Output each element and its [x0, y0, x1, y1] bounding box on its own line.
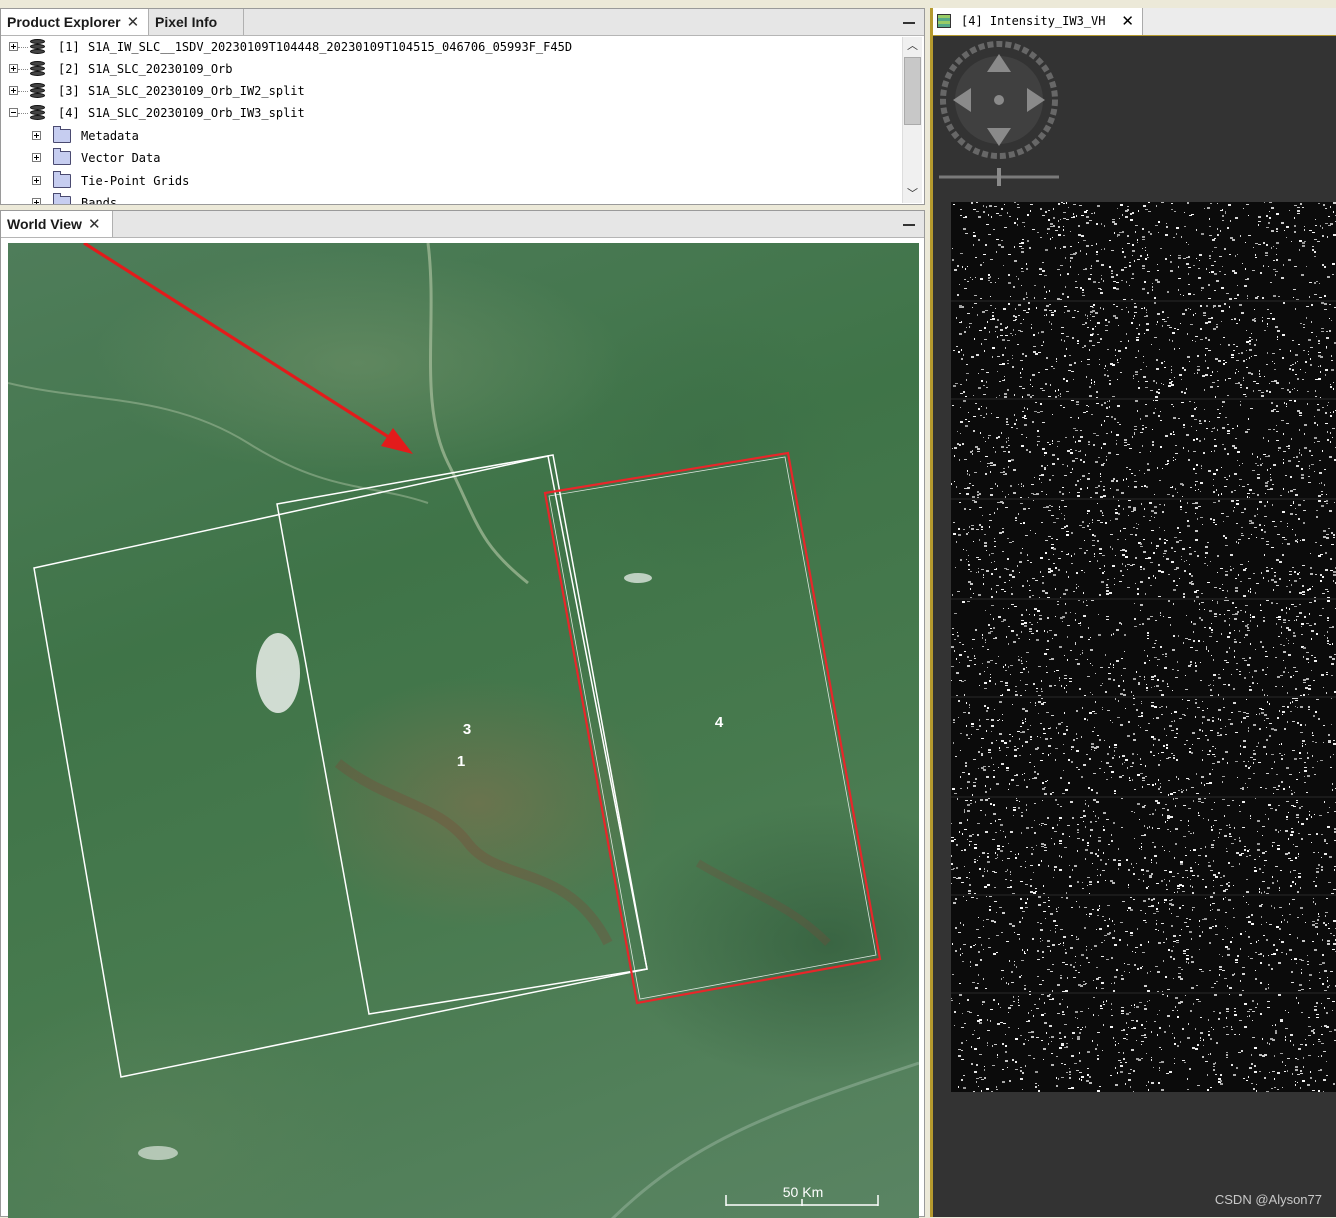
- folder-icon: [53, 174, 71, 188]
- product-name: S1A_SLC_20230109_Orb_IW3_split: [88, 102, 305, 124]
- tab-intensity-iw3-vh[interactable]: [4] Intensity_IW3_VH ✕: [933, 8, 1143, 35]
- node-label: Tie-Point Grids: [81, 170, 189, 192]
- folder-icon: [53, 129, 71, 143]
- node-label: Metadata: [81, 125, 139, 147]
- product-name: S1A_SLC_20230109_Orb_IW2_split: [88, 80, 305, 102]
- river: [428, 243, 528, 583]
- expand-icon[interactable]: [32, 176, 41, 185]
- annotation-arrow: [84, 243, 398, 443]
- arrow-head: [381, 428, 413, 454]
- scale-label: 50 Km: [783, 1184, 823, 1200]
- tree-item-tie-point-grids[interactable]: Tie-Point Grids: [1, 170, 401, 192]
- close-icon[interactable]: ✕: [88, 216, 101, 233]
- tree-item-metadata[interactable]: Metadata: [1, 125, 401, 147]
- database-icon: [30, 105, 45, 121]
- expand-icon[interactable]: [9, 64, 18, 73]
- image-view-tabbar: [4] Intensity_IW3_VH ✕: [933, 8, 1336, 36]
- world-view-tabbar: World View ✕: [1, 211, 924, 238]
- node-label: Bands: [81, 192, 117, 204]
- tab-world-view[interactable]: World View ✕: [1, 211, 113, 237]
- tree-item-product-3[interactable]: [3] S1A_SLC_20230109_Orb_IW2_split: [1, 80, 901, 102]
- product-index: [3]: [58, 80, 80, 102]
- scale-bar: 50 Km: [726, 1184, 878, 1206]
- product-explorer-tabbar: Product Explorer ✕ Pixel Info: [1, 9, 924, 36]
- tree-item-product-1[interactable]: [1] S1A_IW_SLC__1SDV_20230109T104448_202…: [1, 36, 901, 58]
- footprint-label: 3: [463, 721, 471, 738]
- sar-intensity-image[interactable]: [951, 202, 1336, 1092]
- minimize-icon[interactable]: [902, 215, 916, 231]
- tree-item-product-2[interactable]: [2] S1A_SLC_20230109_Orb: [1, 58, 901, 80]
- tab-label: Pixel Info: [155, 14, 217, 30]
- close-icon[interactable]: ✕: [1121, 8, 1134, 35]
- product-index: [4]: [58, 102, 80, 124]
- world-map[interactable]: 3 1 4 50 Km: [8, 243, 919, 1218]
- tab-label: [4] Intensity_IW3_VH: [961, 14, 1106, 28]
- product-name: S1A_SLC_20230109_Orb: [88, 58, 233, 80]
- product-explorer-panel: Product Explorer ✕ Pixel Info [1] S1A_IW_…: [0, 8, 925, 205]
- cloud: [624, 573, 652, 583]
- database-icon: [30, 83, 45, 99]
- product-index: [2]: [58, 58, 80, 80]
- tree-item-bands[interactable]: Bands: [1, 192, 401, 204]
- database-icon: [30, 39, 45, 55]
- expand-icon[interactable]: [9, 42, 18, 51]
- ridge: [338, 763, 608, 943]
- expand-icon[interactable]: [32, 153, 41, 162]
- image-view-panel: [4] Intensity_IW3_VH ✕ CSDN @Alyson77: [930, 8, 1336, 1217]
- minimize-icon[interactable]: [902, 13, 916, 29]
- tab-pixel-info[interactable]: Pixel Info: [149, 9, 244, 35]
- tab-product-explorer[interactable]: Product Explorer ✕: [1, 9, 149, 35]
- database-icon: [30, 61, 45, 77]
- expand-icon[interactable]: [9, 86, 18, 95]
- world-view-panel: World View ✕: [0, 210, 925, 1217]
- folder-icon: [53, 151, 71, 165]
- product-index: [1]: [58, 36, 80, 58]
- scroll-down-icon[interactable]: ﹀: [903, 185, 922, 203]
- sar-speckle: [951, 202, 1336, 1092]
- expand-icon[interactable]: [32, 131, 41, 140]
- tab-label: Product Explorer: [7, 14, 121, 30]
- tab-label: World View: [7, 216, 82, 232]
- zoom-slider-handle[interactable]: [997, 168, 1001, 186]
- raster-image-icon: [937, 14, 951, 28]
- product-tree: [1] S1A_IW_SLC__1SDV_20230109T104448_202…: [1, 36, 901, 204]
- map-overlay: 3 1 4 50 Km: [8, 243, 919, 1218]
- node-label: Vector Data: [81, 147, 160, 169]
- vertical-scrollbar[interactable]: ︿ ﹀: [902, 37, 922, 203]
- navigation-control[interactable]: [939, 40, 1059, 190]
- product-name: S1A_IW_SLC__1SDV_20230109T104448_2023010…: [88, 36, 572, 58]
- expand-icon[interactable]: [32, 198, 41, 204]
- close-icon[interactable]: ✕: [127, 14, 140, 31]
- collapse-icon[interactable]: [9, 108, 18, 117]
- river: [608, 1063, 919, 1218]
- footprint-label: 1: [457, 753, 465, 770]
- river: [8, 383, 428, 503]
- cloud: [138, 1146, 178, 1160]
- folder-icon: [53, 196, 71, 204]
- watermark: CSDN @Alyson77: [1215, 1192, 1322, 1207]
- cloud: [256, 633, 300, 713]
- tree-item-product-4[interactable]: [4] S1A_SLC_20230109_Orb_IW3_split: [1, 102, 901, 124]
- scroll-thumb[interactable]: [904, 57, 921, 125]
- tree-item-vector-data[interactable]: Vector Data: [1, 147, 401, 169]
- scroll-up-icon[interactable]: ︿: [903, 37, 922, 55]
- footprint-label: 4: [715, 714, 724, 731]
- ridge: [698, 863, 828, 943]
